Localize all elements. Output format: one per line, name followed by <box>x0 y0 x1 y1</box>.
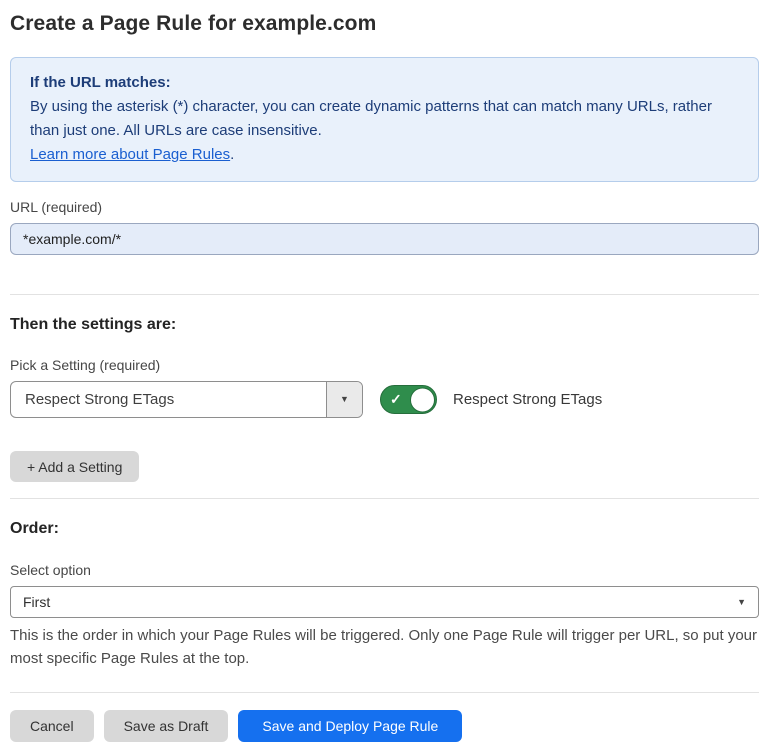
info-heading: If the URL matches: <box>30 71 739 95</box>
order-select-value: First <box>23 594 50 610</box>
section-divider <box>10 498 759 499</box>
setting-dropdown[interactable]: Respect Strong ETags ▼ <box>10 381 363 418</box>
save-deploy-button[interactable]: Save and Deploy Page Rule <box>238 710 462 742</box>
order-select[interactable]: First ▼ <box>10 586 759 618</box>
save-draft-button[interactable]: Save as Draft <box>104 710 229 742</box>
settings-section-heading: Then the settings are: <box>10 316 759 334</box>
info-body-text: By using the asterisk (*) character, you… <box>30 95 739 143</box>
learn-more-link[interactable]: Learn more about Page Rules <box>30 146 230 163</box>
footer-actions: Cancel Save as Draft Save and Deploy Pag… <box>10 710 759 742</box>
footer-divider <box>10 692 759 693</box>
info-link-line: Learn more about Page Rules. <box>30 143 739 167</box>
setting-row: Respect Strong ETags ▼ ✓ Respect Strong … <box>10 381 759 418</box>
cancel-button[interactable]: Cancel <box>10 710 94 742</box>
url-field-label: URL (required) <box>10 199 759 215</box>
setting-dropdown-value: Respect Strong ETags <box>11 382 326 417</box>
toggle-group: ✓ Respect Strong ETags <box>380 385 602 414</box>
url-match-info-callout: If the URL matches: By using the asteris… <box>10 57 759 182</box>
chevron-down-icon: ▼ <box>737 598 746 607</box>
section-divider <box>10 294 759 295</box>
page-rule-form: Create a Page Rule for example.com If th… <box>0 0 769 742</box>
url-input[interactable] <box>10 223 759 255</box>
page-title: Create a Page Rule for example.com <box>10 12 759 36</box>
setting-dropdown-button[interactable]: ▼ <box>326 382 362 417</box>
add-setting-button[interactable]: + Add a Setting <box>10 451 139 482</box>
toggle-knob <box>410 387 435 412</box>
order-help-text: This is the order in which your Page Rul… <box>10 624 759 670</box>
etags-toggle[interactable]: ✓ <box>380 385 437 414</box>
check-icon: ✓ <box>390 391 402 408</box>
link-period: . <box>230 146 234 163</box>
chevron-down-icon: ▼ <box>340 395 349 404</box>
order-section-heading: Order: <box>10 520 759 538</box>
order-select-label: Select option <box>10 562 759 578</box>
pick-setting-label: Pick a Setting (required) <box>10 357 759 373</box>
toggle-label: Respect Strong ETags <box>453 391 602 408</box>
